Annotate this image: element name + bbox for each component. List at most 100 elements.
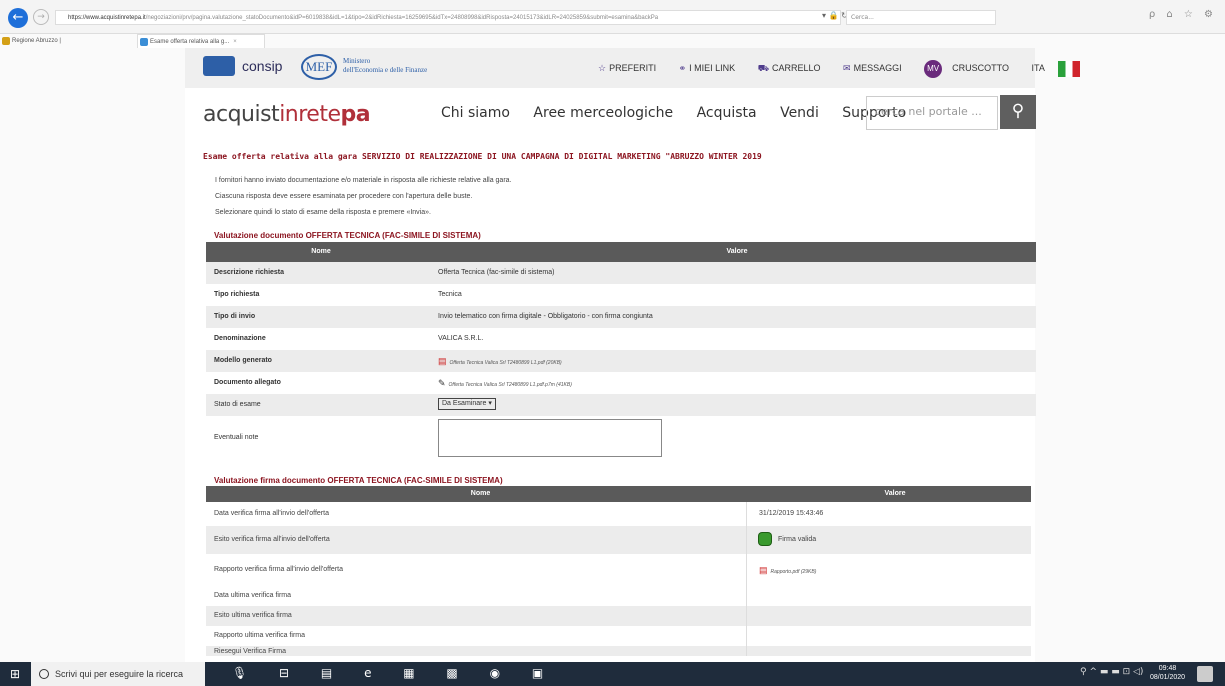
carrello-label: CARRELLO bbox=[772, 63, 821, 74]
table-row: Rapporto ultima verifica firma bbox=[206, 626, 1031, 646]
row-value bbox=[428, 416, 1036, 460]
tab-label: Esame offerta relativa alla g... bbox=[150, 39, 230, 45]
carrello-link[interactable]: ⛟ CARRELLO bbox=[758, 63, 831, 73]
mef-logo[interactable]: MEF bbox=[301, 54, 337, 80]
table-row: Rapporto verifica firma all'invio dell'o… bbox=[206, 554, 1031, 586]
intro-line: I fornitori hanno inviato documentazione… bbox=[215, 177, 512, 184]
cart-icon: ⛟ bbox=[757, 63, 770, 74]
taskbar-search-input[interactable]: Scrivi qui per eseguire la ricerca bbox=[31, 662, 205, 686]
stato-esame-value: Da Esaminare bbox=[442, 400, 487, 408]
note-textarea[interactable] bbox=[438, 419, 662, 458]
allegato-file-link[interactable]: Offerta Tecnica Valica Srl T2480899 L1.p… bbox=[449, 382, 572, 388]
tab-label: Regione Abruzzo | bbox=[12, 38, 61, 44]
url-path: /negoziazioni/prv/pagina.valutazione_sta… bbox=[145, 15, 659, 21]
address-bar[interactable]: https://www.acquistinretepa.it/negoziazi… bbox=[55, 10, 841, 25]
taskbar-search-placeholder: Scrivi qui per eseguire la ricerca bbox=[55, 669, 184, 679]
cortana-circle-icon bbox=[39, 669, 49, 679]
preferiti-link[interactable]: ☆ PREFERITI bbox=[598, 63, 666, 73]
modello-file-link[interactable]: Offerta Tecnica Valica Srl T2480899 L1.p… bbox=[450, 360, 562, 366]
row-label: Data verifica firma all'invio dell'offer… bbox=[206, 502, 747, 526]
link-icon: ⚭ bbox=[678, 63, 687, 74]
row-label: Esito verifica firma all'invio dell'offe… bbox=[206, 526, 747, 554]
messaggi-link[interactable]: ✉ MESSAGGI bbox=[843, 63, 912, 73]
windows-start-icon[interactable]: ⊞ bbox=[0, 662, 30, 686]
column-header-valore: Valore bbox=[726, 248, 748, 255]
consip-logo-text[interactable]: consip bbox=[242, 58, 282, 74]
row-value bbox=[747, 606, 1031, 626]
tab-favicon-icon bbox=[2, 37, 10, 45]
miei-link-label: I MIEI LINK bbox=[689, 63, 736, 74]
tab-esame-offerta[interactable]: Esame offerta relativa alla g... × bbox=[137, 34, 265, 48]
taskbar-clock[interactable]: 09:48 08/01/2020 bbox=[1150, 664, 1185, 682]
clock-date: 08/01/2020 bbox=[1150, 674, 1186, 681]
search-icon[interactable]: ⚲ bbox=[1000, 95, 1036, 129]
browser-search-input[interactable]: Cerca... bbox=[846, 10, 996, 25]
taskbar-app-icons[interactable]: 🎙 ⊟ ▤ e ▦ ▩ ◉ ▣ bbox=[232, 666, 557, 680]
page-title: Esame offerta relativa alla gara SERVIZI… bbox=[203, 152, 762, 161]
tab-regione-abruzzo[interactable]: Regione Abruzzo | bbox=[0, 34, 122, 48]
riesegui-verifica-button[interactable]: Riesegui Verifica Firma bbox=[206, 646, 747, 656]
utility-links: ☆ PREFERITI ⚭ I MIEI LINK ⛟ CARRELLO ✉ MESSA… bbox=[598, 60, 1100, 78]
row-label: Descrizione richiesta bbox=[214, 269, 285, 276]
site-logo[interactable]: acquistinretepa bbox=[203, 102, 371, 127]
language-label: ITA bbox=[1031, 63, 1045, 74]
nav-aree-merceologiche[interactable]: Aree merceologiche bbox=[533, 105, 673, 121]
avatar[interactable]: MV bbox=[924, 60, 943, 78]
row-value: ▤ Offerta Tecnica Valica Srl T2480899 L1.… bbox=[428, 350, 1036, 372]
column-header-nome: Nome bbox=[470, 490, 491, 497]
row-value: VALICA S.R.L. bbox=[438, 335, 484, 342]
pdf-icon: ▤ bbox=[759, 565, 768, 575]
brand-part-2: inrete bbox=[279, 102, 341, 127]
lock-refresh-icon[interactable]: ▾ 🔒 ↻ bbox=[822, 11, 848, 20]
brand-part-3: pa bbox=[340, 102, 371, 127]
row-value: Da Esaminare ▾ bbox=[428, 394, 1036, 416]
language-selector[interactable]: ITA bbox=[1031, 61, 1089, 77]
signature-evaluation-table: Nome Valore Data verifica firma all'invio… bbox=[206, 486, 1031, 656]
consip-logo-icon[interactable] bbox=[203, 56, 235, 76]
preferiti-label: PREFERITI bbox=[609, 63, 657, 74]
main-navigation: Chi siamo Aree merceologiche Acquista Ve… bbox=[441, 105, 925, 121]
row-value bbox=[747, 586, 1031, 606]
row-value: Tecnica bbox=[438, 291, 462, 298]
table-header: Nome Valore bbox=[206, 486, 1031, 502]
system-tray-icons[interactable]: ⚲ ^ ▬ ▬ ⊡ ◁) bbox=[1080, 667, 1143, 677]
browser-toolbar-icons[interactable]: ρ ⌂ ☆ ⚙ bbox=[1149, 9, 1217, 20]
miei-link-link[interactable]: ⚭ I MIEI LINK bbox=[679, 63, 746, 73]
intro-line: Selezionare quindi lo stato di esame del… bbox=[215, 209, 431, 216]
utility-bar: consip MEF Ministero dell'Economia e dell… bbox=[185, 48, 1080, 88]
table-row: Data ultima verifica firma bbox=[206, 586, 1031, 606]
rapporto-file-link[interactable]: Rapporto.pdf (29KB) bbox=[771, 569, 817, 575]
row-label: Documento allegato bbox=[214, 379, 281, 386]
row-label: Denominazione bbox=[214, 335, 266, 342]
row-label: Tipo di invio bbox=[214, 313, 256, 320]
star-icon: ☆ bbox=[598, 63, 607, 74]
row-value: ✎ Offerta Tecnica Valica Srl T2480899 L1.… bbox=[428, 372, 1036, 394]
forward-arrow-icon[interactable]: → bbox=[33, 9, 49, 25]
table-row: Stato di esame Da Esaminare ▾ bbox=[206, 394, 1036, 416]
portal-search-input[interactable]: cerca nel portale ... bbox=[866, 96, 998, 130]
stato-esame-select[interactable]: Da Esaminare ▾ bbox=[438, 398, 496, 411]
url-domain: https://www.acquistinretepa.it bbox=[68, 15, 146, 21]
column-header-valore: Valore bbox=[884, 490, 906, 497]
row-label: Esito ultima verifica firma bbox=[206, 606, 747, 626]
table-row: Tipo di invio Invio telematico con firma … bbox=[206, 306, 1036, 328]
nav-vendi[interactable]: Vendi bbox=[780, 105, 819, 121]
back-arrow-icon[interactable]: ← bbox=[8, 8, 28, 28]
row-label: Eventuali note bbox=[214, 434, 259, 441]
mef-line-1: Ministero bbox=[343, 57, 371, 65]
nav-acquista[interactable]: Acquista bbox=[697, 105, 757, 121]
clock-time: 09:48 bbox=[1158, 665, 1177, 672]
intro-line: Ciascuna risposta deve essere esaminata … bbox=[215, 193, 473, 200]
notification-icon[interactable] bbox=[1197, 666, 1213, 682]
envelope-icon: ✉ bbox=[843, 63, 851, 74]
close-tab-icon[interactable]: × bbox=[233, 39, 237, 45]
mef-line-2: dell'Economia e delle Finanze bbox=[343, 66, 428, 74]
nav-chi-siamo[interactable]: Chi siamo bbox=[441, 105, 510, 121]
table-row: Modello generato ▤ Offerta Tecnica Valica … bbox=[206, 350, 1036, 372]
cruscotto-link[interactable]: MV CRUSCOTTO bbox=[924, 60, 1019, 78]
row-value: Firma valida bbox=[747, 526, 1031, 554]
taskbar: ⊞ Scrivi qui per eseguire la ricerca 🎙 ⊟… bbox=[0, 662, 1225, 686]
table-row: Riesegui Verifica Firma bbox=[206, 646, 1031, 656]
messaggi-label: MESSAGGI bbox=[853, 63, 902, 74]
browser-toolbar: ← → https://www.acquistinretepa.it/negoz… bbox=[0, 0, 1225, 34]
